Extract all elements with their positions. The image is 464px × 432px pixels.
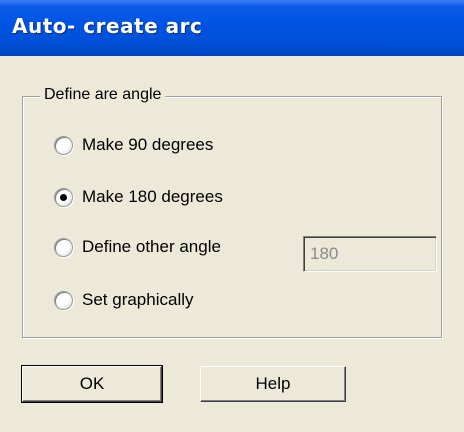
auto-create-arc-dialog: Auto- create arc Define are angle Make 9… — [0, 0, 464, 432]
window-title: Auto- create arc — [12, 14, 203, 38]
group-legend: Define are angle — [40, 86, 166, 104]
radio-define-other-angle[interactable] — [54, 238, 73, 257]
radio-label-make-180[interactable]: Make 180 degrees — [82, 187, 223, 207]
radio-set-graphically[interactable] — [54, 291, 73, 310]
help-button[interactable]: Help — [200, 366, 346, 402]
radio-make-180[interactable] — [54, 188, 73, 207]
ok-button[interactable]: OK — [21, 365, 163, 403]
radio-make-90[interactable] — [54, 136, 73, 155]
radio-selected-dot — [60, 194, 67, 201]
radio-label-make-90[interactable]: Make 90 degrees — [82, 135, 213, 155]
title-bar[interactable]: Auto- create arc — [0, 0, 464, 56]
angle-input[interactable]: 180 — [303, 236, 437, 272]
radio-label-define-other-angle[interactable]: Define other angle — [82, 237, 221, 257]
radio-label-set-graphically[interactable]: Set graphically — [82, 290, 194, 310]
